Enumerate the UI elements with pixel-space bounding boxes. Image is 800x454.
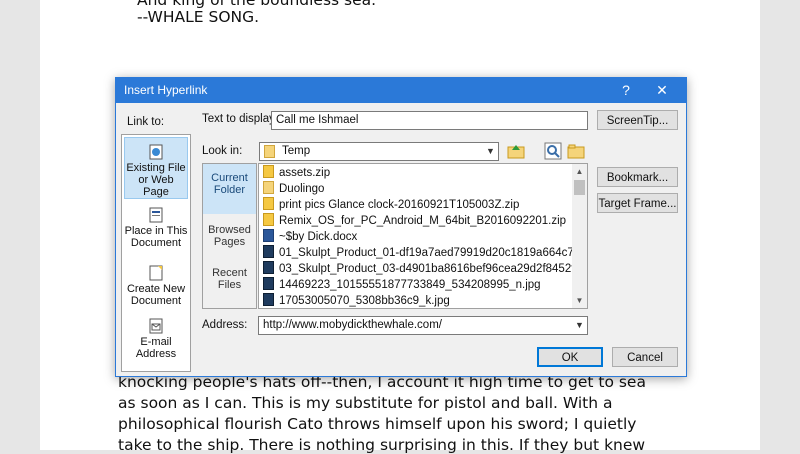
side-item-current-folder[interactable]: Current Folder — [203, 164, 256, 214]
browse-web-icon[interactable] — [544, 142, 562, 160]
list-item[interactable]: 03_Skulpt_Product_03-d4901ba8616bef96cea… — [263, 261, 573, 277]
list-item[interactable]: 17053005070_5308bb36c9_k.jpg — [263, 293, 573, 308]
address-input[interactable]: http://www.mobydickthewhale.com/ ▼ — [258, 316, 588, 335]
doc-text-line: --WHALE SONG. — [137, 8, 260, 26]
new-document-icon — [149, 265, 163, 281]
link-to-item-label: Existing File or Web Page — [126, 162, 186, 198]
scrollbar-thumb[interactable] — [574, 180, 585, 195]
image-file-icon — [263, 277, 274, 290]
photoshop-file-icon — [263, 245, 274, 258]
link-to-panel: Existing File or Web Page Place in This … — [121, 134, 191, 372]
text-to-display-label: Text to display: — [202, 113, 279, 125]
zip-file-icon — [263, 213, 274, 226]
look-in-select[interactable]: Temp ▼ — [259, 142, 499, 161]
link-to-email-address[interactable]: E-mail Address — [124, 318, 188, 370]
doc-text-line: philosophical flourish Cato throws himse… — [118, 415, 637, 433]
email-icon — [149, 318, 163, 334]
chevron-down-icon[interactable]: ▼ — [483, 143, 498, 160]
folder-icon — [263, 181, 274, 194]
cancel-button[interactable]: Cancel — [612, 347, 678, 367]
link-to-label: Link to: — [127, 116, 165, 128]
list-item[interactable]: print pics Glance clock-20160921T105003Z… — [263, 197, 573, 213]
file-name: 17053005070_5308bb36c9_k.jpg — [279, 295, 450, 307]
address-value: http://www.mobydickthewhale.com/ — [263, 319, 442, 331]
doc-text-line: take to the ship. There is nothing surpr… — [118, 436, 646, 454]
link-to-item-label: Place in This Document — [124, 225, 188, 249]
file-name: 03_Skulpt_Product_03-d4901ba8616bef96cea… — [279, 263, 573, 275]
file-list-scrollbar[interactable]: ▲ ▼ — [572, 164, 587, 308]
bookmark-button[interactable]: Bookmark... — [597, 167, 678, 187]
text-to-display-input[interactable]: Call me Ishmael — [271, 111, 588, 130]
side-item-browsed-pages[interactable]: Browsed Pages — [203, 224, 256, 248]
doc-text-line: as soon as I can. This is my substitute … — [118, 394, 613, 412]
file-name: Duolingo — [279, 183, 325, 195]
link-to-create-new-document[interactable]: Create New Document — [124, 265, 188, 317]
address-label: Address: — [202, 319, 248, 331]
browse-side-panel: Current Folder Browsed Pages Recent File… — [202, 163, 257, 309]
list-item[interactable]: 01_Skulpt_Product_01-df19a7aed79919d20c1… — [263, 245, 573, 261]
list-item[interactable]: Remix_OS_for_PC_Android_M_64bit_B2016092… — [263, 213, 573, 229]
scroll-down-icon[interactable]: ▼ — [572, 293, 587, 308]
look-in-value: Temp — [282, 145, 311, 157]
insert-hyperlink-dialog: Insert Hyperlink ? ✕ Link to: Existing F… — [115, 77, 687, 377]
browse-file-icon[interactable] — [567, 142, 585, 160]
photoshop-file-icon — [263, 261, 274, 274]
list-item[interactable]: ~$by Dick.docx — [263, 229, 573, 245]
look-in-label: Look in: — [202, 145, 243, 157]
scroll-up-icon[interactable]: ▲ — [572, 164, 587, 179]
dialog-title: Insert Hyperlink — [124, 83, 208, 97]
link-to-existing-file[interactable]: Existing File or Web Page — [124, 137, 188, 199]
list-item[interactable]: Duolingo — [263, 181, 573, 197]
file-name: ~$by Dick.docx — [279, 231, 358, 243]
word-document-icon — [263, 229, 274, 242]
file-name: Remix_OS_for_PC_Android_M_64bit_B2016092… — [279, 215, 567, 227]
list-item[interactable]: assets.zip — [263, 165, 573, 181]
close-button[interactable]: ✕ — [648, 79, 676, 102]
link-to-item-label: E-mail Address — [135, 336, 177, 360]
zip-file-icon — [263, 197, 274, 210]
link-to-item-label: Create New Document — [126, 283, 186, 307]
file-name: print pics Glance clock-20160921T105003Z… — [279, 199, 520, 211]
dialog-titlebar[interactable]: Insert Hyperlink ? ✕ — [116, 78, 686, 103]
target-frame-button[interactable]: Target Frame... — [597, 193, 678, 213]
file-name: 14469223_10155551877733849_534208995_n.j… — [279, 279, 541, 291]
help-button[interactable]: ? — [612, 79, 640, 102]
document-place-icon — [149, 207, 163, 223]
side-item-recent-files[interactable]: Recent Files — [203, 267, 256, 291]
file-name: assets.zip — [279, 167, 331, 179]
globe-file-icon — [149, 144, 163, 160]
file-list[interactable]: assets.zip Duolingo print pics Glance cl… — [258, 163, 588, 309]
folder-icon — [264, 145, 275, 158]
list-item[interactable]: 14469223_10155551877733849_534208995_n.j… — [263, 277, 573, 293]
chevron-down-icon[interactable]: ▼ — [572, 317, 587, 334]
zip-file-icon — [263, 165, 274, 178]
image-file-icon — [263, 293, 274, 306]
file-name: 01_Skulpt_Product_01-df19a7aed79919d20c1… — [279, 247, 573, 259]
link-to-place-in-document[interactable]: Place in This Document — [124, 207, 188, 259]
screentip-button[interactable]: ScreenTip... — [597, 110, 678, 130]
ok-button[interactable]: OK — [537, 347, 603, 367]
up-folder-icon[interactable] — [507, 142, 525, 160]
